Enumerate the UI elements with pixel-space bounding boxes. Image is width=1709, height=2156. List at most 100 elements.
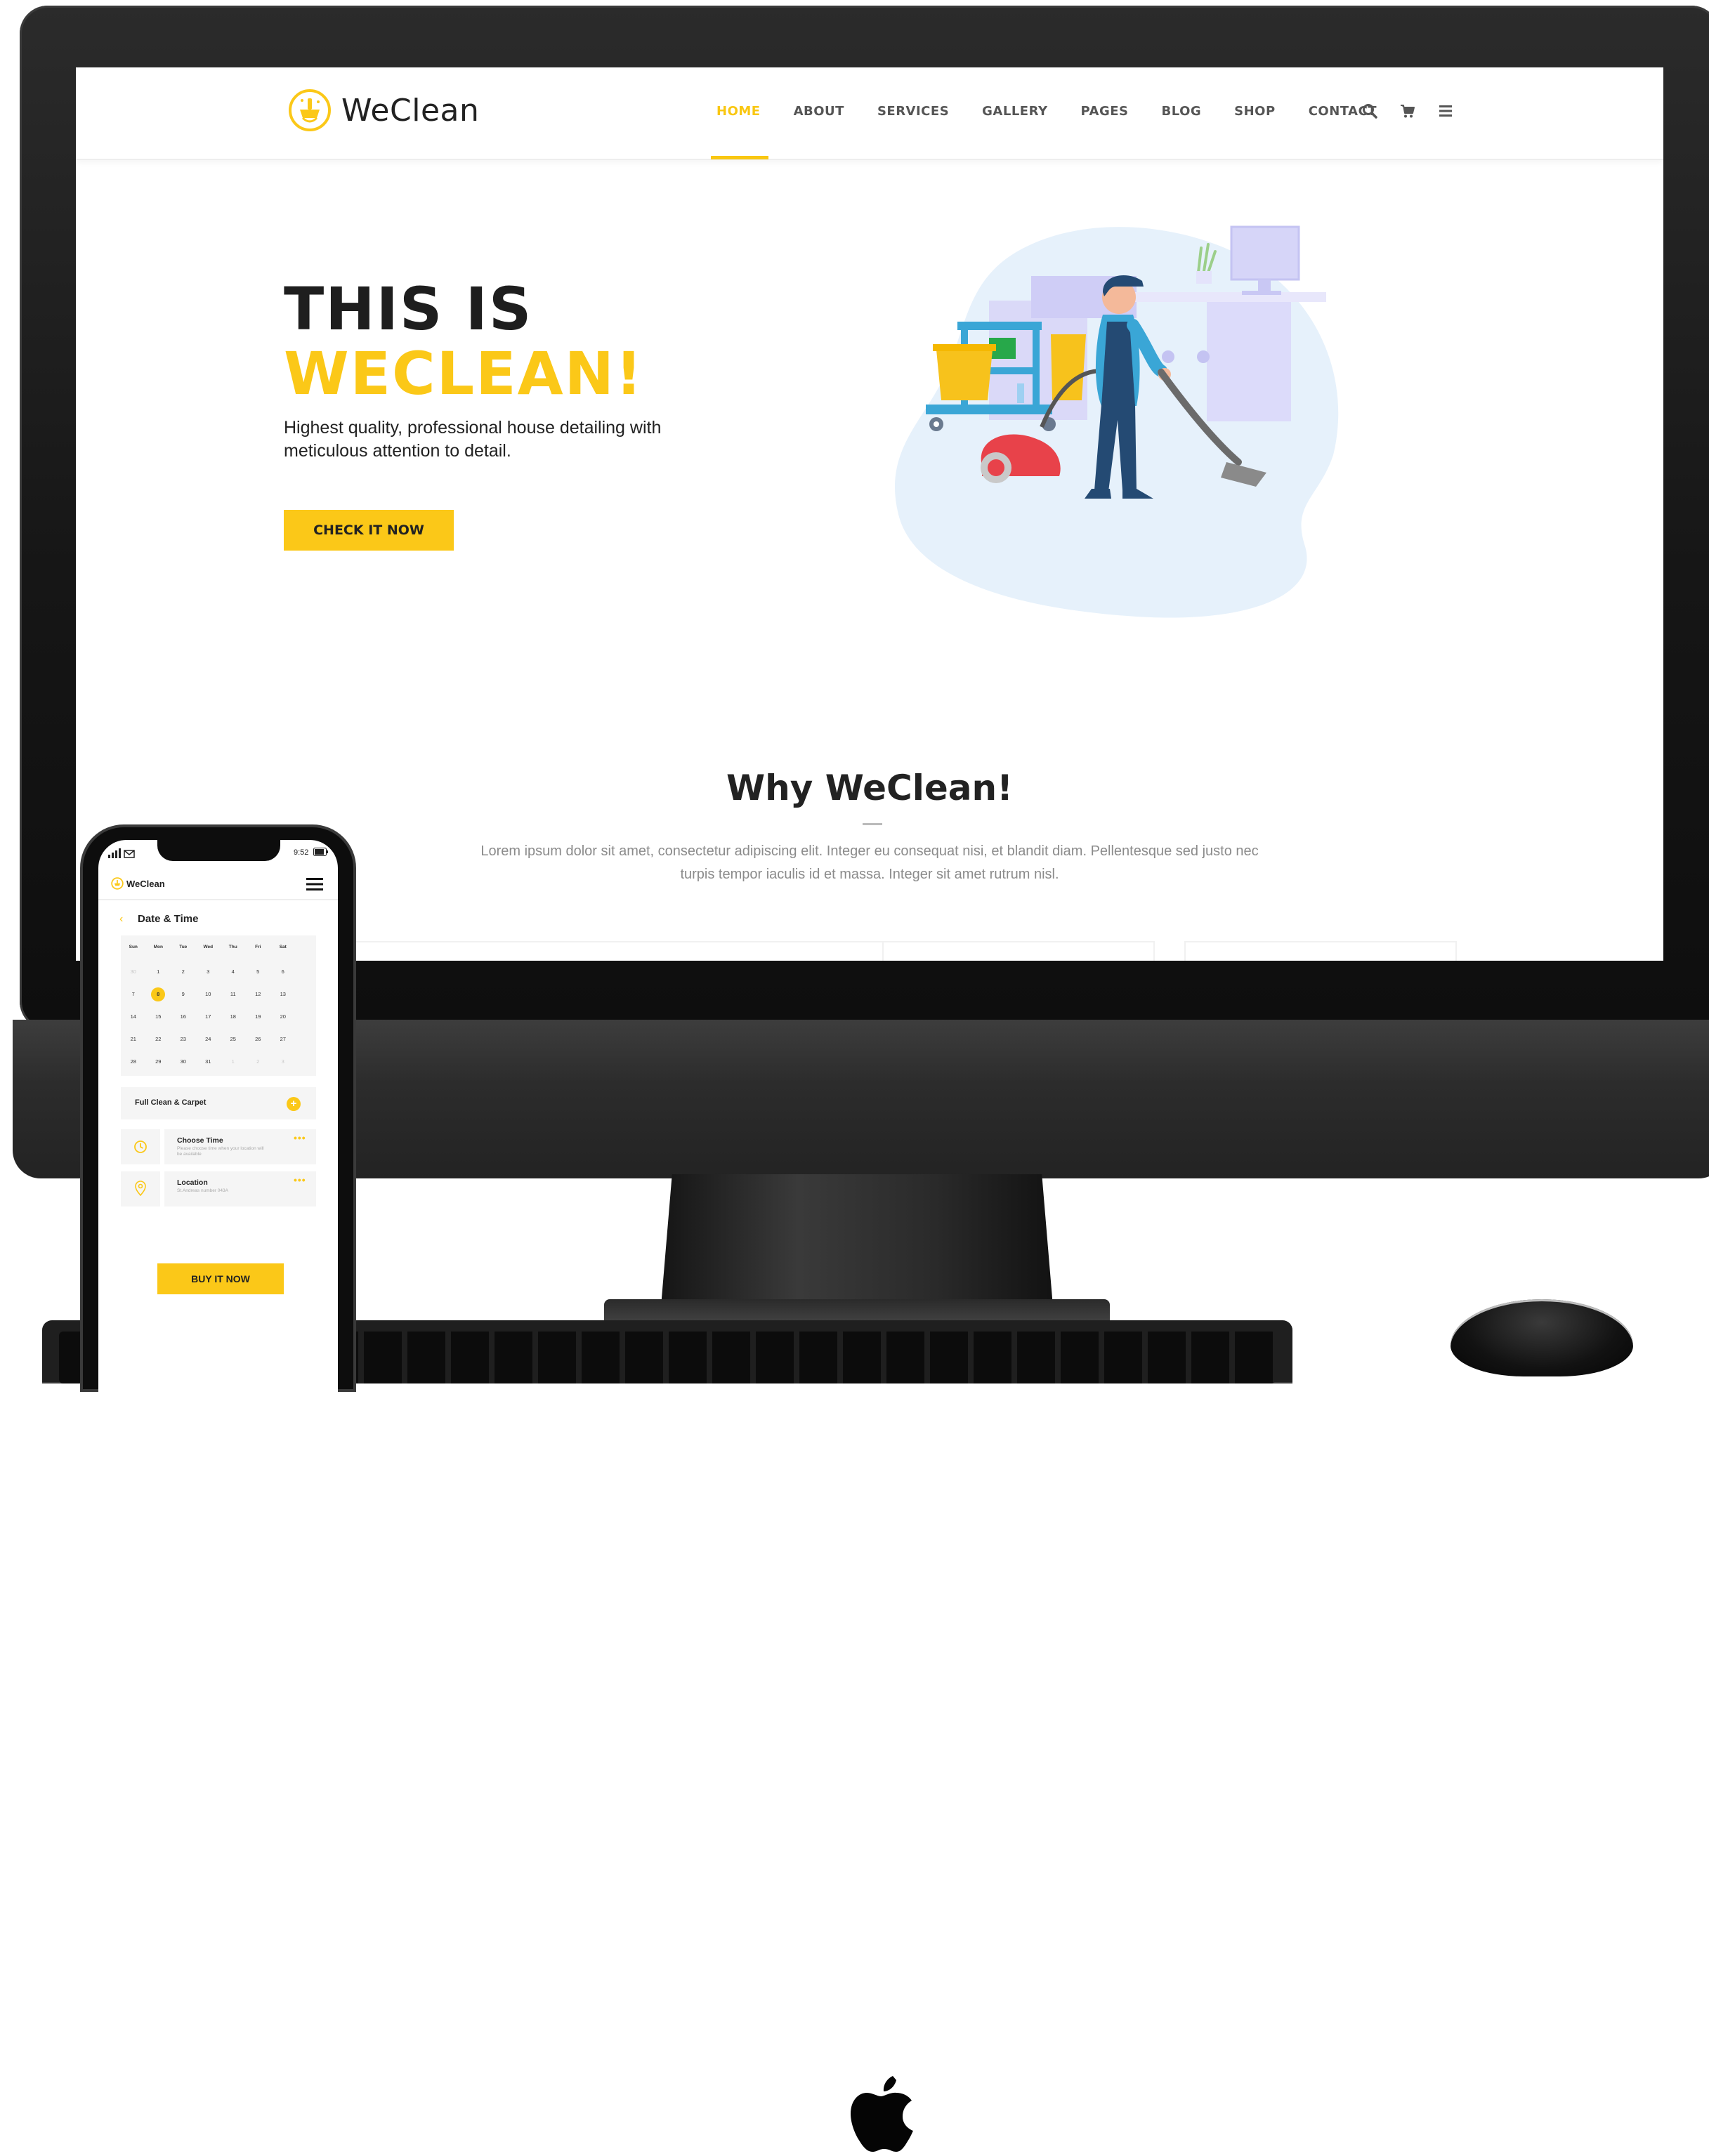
calendar-day[interactable]: 30 (121, 967, 146, 977)
hamburger-menu-icon[interactable] (306, 878, 323, 890)
calendar-day[interactable]: 1 (221, 1057, 246, 1067)
app-brand-name: WeClean (126, 878, 165, 889)
calendar-week: 14 15 16 17 18 19 20 (121, 1012, 316, 1022)
calendar-day[interactable]: 2 (246, 1057, 271, 1067)
weekday-label: Thu (228, 945, 237, 949)
calendar-day[interactable]: 20 (270, 1012, 296, 1022)
nav-blog[interactable]: BLOG (1162, 104, 1202, 119)
calendar-day[interactable]: 17 (196, 1012, 221, 1022)
nav-pages[interactable]: PAGES (1081, 104, 1129, 119)
calendar-day[interactable]: 4 (221, 967, 246, 977)
weekday-label: Fri (255, 945, 261, 949)
calendar-day[interactable]: 19 (246, 1012, 271, 1022)
site-header: WeClean HOME ABOUT SERVICES GALLERY PAGE… (76, 67, 1663, 160)
nav-home[interactable]: HOME (716, 104, 761, 119)
logo-broom-icon (289, 89, 331, 131)
feature-card (882, 941, 1155, 961)
search-icon[interactable] (1361, 103, 1378, 119)
calendar-day[interactable]: 12 (246, 990, 271, 999)
section-title: Date & Time (138, 913, 199, 925)
feature-card (351, 941, 930, 961)
clock-icon (134, 1141, 147, 1153)
battery-icon (313, 848, 328, 856)
calendar-day[interactable]: 3 (270, 1057, 296, 1067)
option-subtitle: Please choose time when your location wi… (177, 1146, 264, 1157)
app-logo[interactable]: WeClean (111, 877, 165, 890)
calendar-day[interactable]: 3 (196, 967, 221, 977)
location-icon-box (121, 1171, 160, 1207)
weekday-label: Tue (179, 945, 188, 949)
service-selector[interactable]: Full Clean & Carpet + (121, 1087, 316, 1119)
mouse (1451, 1299, 1633, 1376)
calendar-day[interactable]: 21 (121, 1034, 146, 1044)
signal-icon (108, 848, 135, 858)
apple-logo-icon (851, 2076, 913, 2152)
weekday-label: Wed (203, 945, 214, 949)
calendar-day[interactable]: 10 (196, 990, 221, 999)
nav-shop[interactable]: SHOP (1234, 104, 1276, 119)
brand-name: WeClean (341, 92, 480, 129)
calendar-week: 30 1 2 3 4 5 6 (121, 967, 316, 977)
calendar-day[interactable]: 22 (146, 1034, 171, 1044)
phone-device: 9:52 WeClean ‹ Date & Time Sun Mon Tue W… (83, 827, 353, 1402)
calendar-day[interactable]: 26 (246, 1034, 271, 1044)
calendar-day[interactable]: 31 (196, 1057, 221, 1067)
check-it-now-button[interactable]: CHECK IT NOW (284, 510, 454, 551)
option-title: Location (177, 1178, 208, 1187)
menu-icon[interactable] (1437, 103, 1454, 119)
nav-active-indicator (711, 156, 768, 159)
back-arrow-icon[interactable]: ‹ (119, 913, 123, 926)
more-options-icon[interactable]: ••• (294, 1174, 306, 1185)
calendar-day[interactable]: 13 (270, 990, 296, 999)
calendar-day[interactable]: 1 (146, 967, 171, 977)
cart-icon[interactable] (1399, 103, 1416, 119)
site-logo[interactable]: WeClean (288, 88, 479, 132)
calendar-day[interactable]: 28 (121, 1057, 146, 1067)
calendar-day[interactable]: 27 (270, 1034, 296, 1044)
cleaner-illustration (895, 225, 1339, 618)
hero-title-line2: WECLEAN! (284, 339, 644, 408)
calendar-day[interactable]: 18 (221, 1012, 246, 1022)
calendar-day[interactable]: 9 (171, 990, 196, 999)
imac-stand (660, 1174, 1054, 1315)
calendar-day[interactable]: 29 (146, 1057, 171, 1067)
buy-it-now-button[interactable]: BUY IT NOW (157, 1263, 284, 1294)
calendar-day[interactable]: 5 (246, 967, 271, 977)
option-subtitle: St.Andreas number 043A (177, 1188, 228, 1193)
choose-time-option[interactable]: Choose Time Please choose time when your… (164, 1129, 316, 1164)
calendar-day[interactable]: 11 (221, 990, 246, 999)
why-divider (863, 823, 882, 825)
calendar-day[interactable]: 14 (121, 1012, 146, 1022)
phone-notch (157, 840, 280, 861)
calendar-day[interactable]: 16 (171, 1012, 196, 1022)
calendar-day[interactable]: 15 (146, 1012, 171, 1022)
nav-gallery[interactable]: GALLERY (982, 104, 1047, 119)
location-pin-icon (135, 1181, 146, 1196)
calendar-week: 28 29 30 31 1 2 3 (121, 1057, 316, 1067)
hero-description: Highest quality, professional house deta… (284, 418, 662, 461)
weekday-label: Sat (279, 945, 287, 949)
phone-screen: 9:52 WeClean ‹ Date & Time Sun Mon Tue W… (98, 840, 338, 1402)
calendar-day[interactable]: 30 (171, 1057, 196, 1067)
calendar-day[interactable]: 6 (270, 967, 296, 977)
service-name: Full Clean & Carpet (135, 1098, 207, 1107)
calendar-week: 21 22 23 24 25 26 27 (121, 1034, 316, 1044)
status-time: 9:52 (294, 848, 309, 857)
nav-services[interactable]: SERVICES (877, 104, 949, 119)
clock-icon-box (121, 1129, 160, 1164)
calendar-day[interactable]: 2 (171, 967, 196, 977)
header-icons (1361, 103, 1475, 119)
calendar-day[interactable]: 25 (221, 1034, 246, 1044)
calendar-day-selected[interactable]: 8 (146, 987, 171, 1001)
calendar-day[interactable]: 23 (171, 1034, 196, 1044)
location-option[interactable]: Location St.Andreas number 043A ••• (164, 1171, 316, 1207)
calendar-week: 7 8 9 10 11 12 13 (121, 987, 316, 1001)
add-service-icon[interactable]: + (287, 1097, 301, 1111)
option-title: Choose Time (177, 1136, 223, 1145)
selected-day-label: 8 (157, 991, 160, 997)
logo-broom-icon (111, 877, 124, 890)
calendar-day[interactable]: 7 (121, 990, 146, 999)
more-options-icon[interactable]: ••• (294, 1132, 306, 1143)
nav-about[interactable]: ABOUT (794, 104, 844, 119)
calendar-day[interactable]: 24 (196, 1034, 221, 1044)
